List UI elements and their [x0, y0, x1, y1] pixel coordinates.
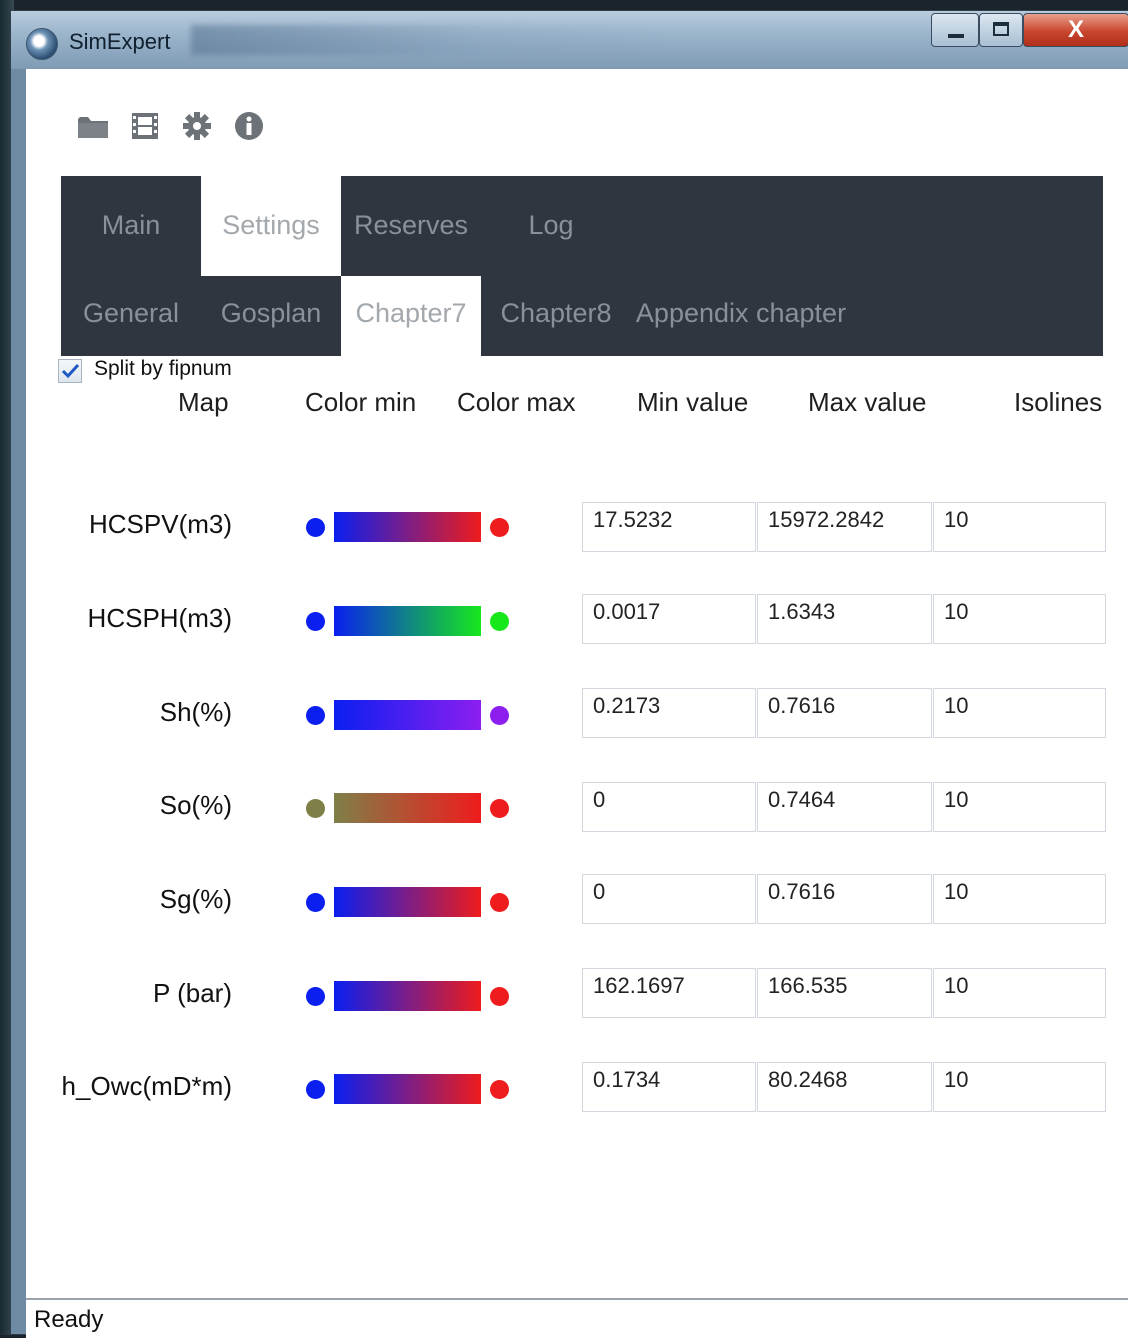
row-map-label: HCSPH(m3) — [87, 603, 232, 633]
subtab-chapter8[interactable]: Chapter8 — [481, 276, 631, 356]
max-value-input[interactable]: 0.7616 — [757, 874, 932, 924]
column-header-max-value: Max value — [808, 387, 927, 417]
split-by-fipnum-checkbox[interactable] — [58, 359, 82, 383]
color-max-swatch[interactable] — [490, 987, 509, 1006]
minimize-button[interactable] — [931, 13, 979, 47]
max-value-input[interactable]: 1.6343 — [757, 594, 932, 644]
color-max-swatch[interactable] — [490, 706, 509, 725]
isolines-input[interactable]: 10 — [933, 502, 1106, 552]
subtab-chapter7[interactable]: Chapter7 — [341, 276, 481, 356]
tab-log[interactable]: Log — [481, 176, 621, 276]
min-value-input[interactable]: 17.5232 — [582, 502, 756, 552]
status-text: Ready — [34, 1306, 104, 1333]
column-header-map: Map — [178, 387, 229, 417]
gear-icon[interactable] — [180, 111, 214, 141]
minimize-icon — [948, 34, 964, 38]
max-value-input[interactable]: 15972.2842 — [757, 502, 932, 552]
column-header-color-max: Color max — [457, 387, 576, 417]
color-gradient-bar — [334, 606, 481, 636]
column-header-isolines: Isolines — [1014, 387, 1103, 417]
row-map-label: Sh(%) — [159, 697, 232, 727]
column-header-min-value: Min value — [637, 387, 749, 417]
color-max-swatch[interactable] — [490, 612, 509, 631]
color-min-swatch[interactable] — [306, 799, 325, 818]
isolines-input[interactable]: 10 — [933, 594, 1106, 644]
title-bar[interactable]: SimExpert X — [11, 11, 1128, 69]
min-value-input[interactable]: 0 — [582, 782, 756, 832]
checkmark-icon — [61, 363, 80, 379]
min-value-input[interactable]: 0 — [582, 874, 756, 924]
min-value-input[interactable]: 0.0017 — [582, 594, 756, 644]
color-max-swatch[interactable] — [490, 799, 509, 818]
maximize-button[interactable] — [979, 13, 1023, 47]
color-max-swatch[interactable] — [490, 1080, 509, 1099]
isolines-input[interactable]: 10 — [933, 782, 1106, 832]
min-value-input[interactable]: 0.1734 — [582, 1062, 756, 1112]
color-gradient-bar — [334, 981, 481, 1011]
color-gradient-bar — [334, 793, 481, 823]
app-window: SimExpert X Main Settings Reserves Log G… — [10, 10, 1128, 1338]
subtab-gosplan[interactable]: Gosplan — [201, 276, 341, 356]
color-max-swatch[interactable] — [490, 893, 509, 912]
column-header-color-min: Color min — [305, 387, 417, 417]
isolines-input[interactable]: 10 — [933, 688, 1106, 738]
window-controls: X — [929, 13, 1128, 49]
color-min-swatch[interactable] — [306, 893, 325, 912]
row-map-label: So(%) — [159, 790, 232, 820]
close-icon: X — [1067, 16, 1084, 43]
film-icon[interactable] — [128, 111, 162, 141]
max-value-input[interactable]: 0.7616 — [757, 688, 932, 738]
folder-icon[interactable] — [76, 111, 110, 141]
color-min-swatch[interactable] — [306, 518, 325, 537]
tab-settings[interactable]: Settings — [201, 176, 341, 276]
color-min-swatch[interactable] — [306, 1080, 325, 1099]
info-icon[interactable] — [232, 111, 266, 141]
color-gradient-bar — [334, 887, 481, 917]
color-gradient-bar — [334, 512, 481, 542]
window-title: SimExpert — [69, 29, 171, 54]
row-map-label: HCSPV(m3) — [88, 509, 232, 539]
tab-reserves[interactable]: Reserves — [341, 176, 481, 276]
max-value-input[interactable]: 80.2468 — [757, 1062, 932, 1112]
max-value-input[interactable]: 166.535 — [757, 968, 932, 1018]
row-map-label: Sg(%) — [159, 884, 232, 914]
row-map-label: h_Owc(mD*m) — [61, 1071, 232, 1101]
split-by-fipnum-label: Split by fipnum — [94, 357, 232, 380]
isolines-input[interactable]: 10 — [933, 1062, 1106, 1112]
row-map-label: P (bar) — [153, 978, 232, 1008]
status-bar: Ready — [26, 1298, 1128, 1338]
min-value-input[interactable]: 0.2173 — [582, 688, 756, 738]
color-gradient-bar — [334, 700, 481, 730]
title-bar-glass — [191, 25, 671, 55]
client-area: Main Settings Reserves Log General Gospl… — [26, 69, 1128, 1338]
app-logo-icon[interactable] — [26, 28, 58, 60]
close-button[interactable]: X — [1023, 13, 1128, 47]
color-min-swatch[interactable] — [306, 987, 325, 1006]
subtab-appendix-chapter[interactable]: Appendix chapter — [631, 276, 851, 356]
max-value-input[interactable]: 0.7464 — [757, 782, 932, 832]
color-max-swatch[interactable] — [490, 518, 509, 537]
isolines-input[interactable]: 10 — [933, 968, 1106, 1018]
tab-bar: Main Settings Reserves Log General Gospl… — [61, 176, 1103, 356]
maximize-icon — [993, 22, 1009, 36]
isolines-input[interactable]: 10 — [933, 874, 1106, 924]
subtab-general[interactable]: General — [61, 276, 201, 356]
min-value-input[interactable]: 162.1697 — [582, 968, 756, 1018]
color-min-swatch[interactable] — [306, 612, 325, 631]
tab-main[interactable]: Main — [61, 176, 201, 276]
color-min-swatch[interactable] — [306, 706, 325, 725]
color-gradient-bar — [334, 1074, 481, 1104]
